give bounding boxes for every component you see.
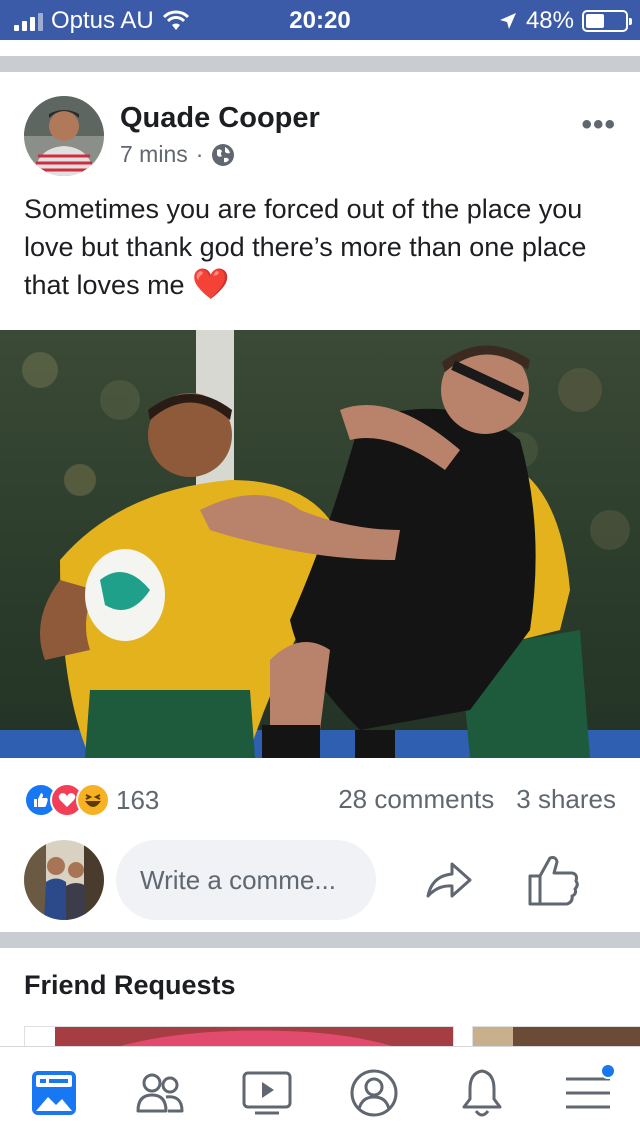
shares-count[interactable]: 3 shares bbox=[516, 784, 616, 815]
viewer-avatar[interactable] bbox=[24, 840, 104, 920]
location-arrow-icon bbox=[499, 13, 516, 29]
like-thumb-icon[interactable] bbox=[526, 852, 582, 908]
battery-percent: 48% bbox=[525, 7, 574, 34]
comment-row: Write a comme... bbox=[24, 840, 616, 920]
share-icon[interactable] bbox=[422, 854, 474, 906]
globe-icon bbox=[212, 143, 235, 166]
status-bar: Optus AU 20:20 48% bbox=[0, 0, 640, 40]
comments-count[interactable]: 28 comments bbox=[338, 784, 494, 815]
battery-fill bbox=[586, 14, 605, 28]
reaction-count: 163 bbox=[116, 784, 160, 815]
section-divider bbox=[0, 932, 640, 948]
post-text: Sometimes you are forced out of the plac… bbox=[24, 190, 624, 304]
reactions-summary[interactable]: 163 bbox=[24, 780, 159, 820]
notifications-bell-icon[interactable] bbox=[454, 1065, 510, 1121]
watch-video-icon[interactable] bbox=[239, 1065, 295, 1121]
friend-requests-title: Friend Requests bbox=[24, 970, 236, 1000]
menu-notification-dot bbox=[600, 1063, 616, 1079]
news-feed-icon[interactable] bbox=[26, 1065, 82, 1121]
comment-input[interactable]: Write a comme... bbox=[116, 840, 376, 920]
post-more-button[interactable]: ••• bbox=[581, 108, 616, 142]
post-body: Sometimes you are forced out of the plac… bbox=[24, 194, 587, 300]
battery-icon bbox=[582, 10, 632, 32]
post-photo[interactable] bbox=[0, 330, 640, 758]
red-heart-emoji: ❤️ bbox=[192, 268, 230, 301]
feed-divider bbox=[0, 56, 640, 72]
friends-icon[interactable] bbox=[132, 1065, 188, 1121]
engagement-counts: 28 comments 3 shares bbox=[338, 784, 616, 815]
meta-separator: · bbox=[195, 141, 204, 167]
post-header: Quade Cooper 7 mins · ••• bbox=[24, 96, 616, 178]
post-time[interactable]: 7 mins bbox=[120, 141, 188, 168]
battery-group: 48% bbox=[498, 7, 632, 35]
haha-reaction-icon bbox=[76, 783, 110, 817]
author-avatar[interactable] bbox=[24, 96, 104, 176]
bottom-tab-bar bbox=[0, 1046, 640, 1136]
post-meta: 7 mins · bbox=[120, 141, 235, 168]
author-name[interactable]: Quade Cooper bbox=[120, 102, 320, 135]
profile-icon[interactable] bbox=[346, 1065, 402, 1121]
